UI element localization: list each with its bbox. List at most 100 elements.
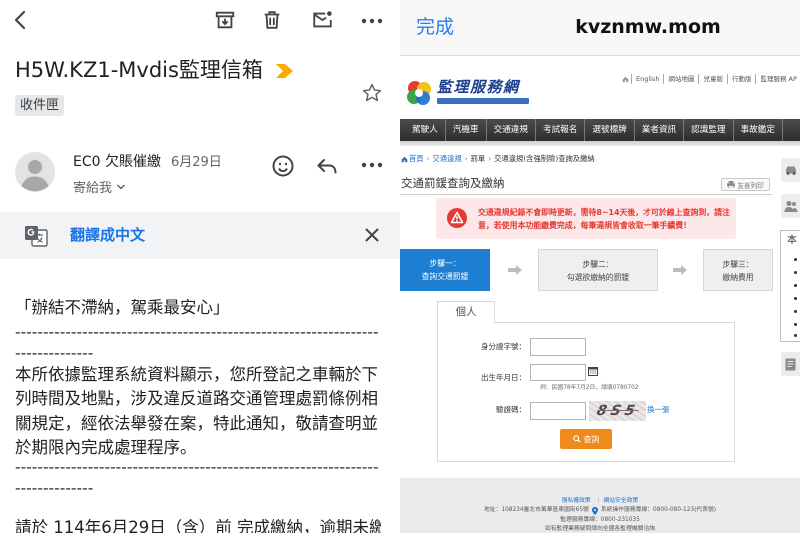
breadcrumb-current: 交通違規(含強制險)查詢及繳納 bbox=[485, 154, 595, 164]
calendar-icon[interactable] bbox=[588, 366, 598, 376]
birth-date-label: 出生年月日： bbox=[481, 373, 526, 382]
nav-item-exam[interactable]: 考試報名 bbox=[536, 119, 586, 141]
search-button-label: 查詢 bbox=[583, 434, 600, 444]
sent-date: 6月29日 bbox=[170, 155, 222, 170]
logo-tagline-strip bbox=[437, 98, 529, 104]
step-3-desc: 繳納費用 bbox=[722, 273, 754, 282]
chevron-down-icon bbox=[116, 183, 126, 191]
captcha-text: 8S5 bbox=[595, 403, 640, 419]
sidebar-bullet bbox=[794, 334, 797, 337]
footer-address-row: 地址：108234臺北市萬華區東園街65號 系統操作服務專線：0800-080-… bbox=[400, 506, 800, 515]
email-subject: H5W.KZ1-Mvdis監理信箱 bbox=[15, 58, 263, 82]
recipient-toggle[interactable]: 寄給我 bbox=[73, 177, 126, 196]
id-number-label: 身分證字號： bbox=[481, 342, 526, 351]
site-nav-bar: 駕駛人 汽機車 交通違規 考試報名 選號標牌 業者資訊 認識監理 事故鑑定 bbox=[400, 119, 800, 141]
top-link-kids[interactable]: 兒童版 bbox=[698, 74, 727, 84]
step-3: 步驟三： 繳納費用 bbox=[703, 249, 773, 291]
warning-notice: 交通違規紀錄不會即時更新，需待8~14天後，才可於線上查詢到，請注意，若使用本功… bbox=[436, 198, 736, 239]
nav-item-accident[interactable]: 事故鑑定 bbox=[734, 119, 783, 141]
car-icon[interactable] bbox=[781, 158, 800, 182]
breadcrumb-home[interactable]: 首頁 bbox=[409, 154, 424, 164]
nav-item-about[interactable]: 認識監理 bbox=[684, 119, 734, 141]
breadcrumb-tickets[interactable]: 罰單 bbox=[462, 154, 486, 164]
step-2-desc: 勾選欲繳納的罰鍰 bbox=[566, 273, 630, 282]
breadcrumb-violations[interactable]: 交通違規 bbox=[424, 154, 462, 164]
trash-icon[interactable] bbox=[261, 9, 283, 31]
document-icon[interactable] bbox=[781, 352, 800, 376]
title-divider bbox=[400, 194, 772, 195]
captcha-image: 8S5 bbox=[589, 401, 646, 421]
email-divider-top: ----------------------------------------… bbox=[15, 323, 379, 362]
nav-item-vehicle[interactable]: 汽機車 bbox=[446, 119, 487, 141]
avatar-icon[interactable] bbox=[15, 152, 55, 192]
sidebar-box-heading: 本 bbox=[787, 235, 797, 246]
search-button[interactable]: 查詢 bbox=[560, 429, 612, 449]
top-link-mobile[interactable]: 行動版 bbox=[726, 74, 756, 84]
inbox-label-chip[interactable]: 收件匣 bbox=[15, 95, 65, 116]
step-1-title: 步驟一： bbox=[429, 259, 461, 268]
mark-unread-icon[interactable] bbox=[311, 9, 334, 31]
back-arrow-icon[interactable] bbox=[9, 8, 33, 32]
birth-date-hint: 例：民國78年7月2日，請填0780702 bbox=[540, 385, 639, 391]
browser-view: 完成 kvznmw.mom 監理服務網 English 網站地圖 兒童版 行動版… bbox=[400, 0, 800, 533]
translate-button[interactable]: 翻譯成中文 bbox=[70, 225, 145, 245]
nav-item-plates[interactable]: 選號標牌 bbox=[585, 119, 635, 141]
email-paragraph: 本所依據監理系統資料顯示，您所登記之車輛於下列時間及地點，涉及違反道路交通管理處… bbox=[15, 365, 378, 457]
footer-inquiry: 如有監理業務疑問請向全國各監理機關洽詢 bbox=[544, 526, 656, 532]
email-next-line: 請於 114年6月29日（含）前 完成繳納，逾期未繳 bbox=[15, 518, 381, 533]
translate-bar bbox=[0, 212, 400, 259]
step-arrow-icon bbox=[508, 265, 522, 275]
nav-item-driver[interactable]: 駕駛人 bbox=[405, 119, 446, 141]
more-icon[interactable] bbox=[361, 18, 383, 24]
message-more-icon[interactable] bbox=[361, 162, 383, 168]
step-2: 步驟二： 勾選欲繳納的罰鍰 bbox=[538, 249, 658, 291]
sidebar-bullet bbox=[794, 310, 797, 313]
step-2-title: 步驟二： bbox=[582, 260, 614, 269]
star-icon[interactable] bbox=[361, 82, 383, 104]
site-logo-icon[interactable] bbox=[405, 79, 433, 107]
captcha-input[interactable] bbox=[530, 402, 586, 420]
warning-notice-text: 交通違規紀錄不會即時更新，需待8~14天後，才可於線上查詢到，請注意，若使用本功… bbox=[478, 208, 730, 230]
step-arrow-icon bbox=[673, 265, 687, 275]
footer-service-line: 系統操作服務專線：0800-080-123(代表號) bbox=[600, 507, 717, 513]
reply-icon[interactable] bbox=[315, 154, 339, 178]
search-icon bbox=[572, 435, 581, 443]
location-pin-icon[interactable] bbox=[591, 506, 598, 515]
footer-address: 地址：108234臺北市萬華區東園街65號 bbox=[483, 507, 589, 513]
gmail-message-view: H5W.KZ1-Mvdis監理信箱 收件匣 EC0 欠賬催繳 6月29日 寄給我… bbox=[0, 0, 400, 533]
id-number-input[interactable] bbox=[530, 338, 586, 356]
top-link-english[interactable]: English bbox=[631, 74, 663, 84]
sidebar-bullet bbox=[794, 284, 797, 287]
nav-item-violations[interactable]: 交通違規 bbox=[487, 119, 536, 141]
step-1: 步驟一： 查詢交通罰鍰 bbox=[400, 249, 490, 291]
privacy-policy-link[interactable]: 隱私權政策 bbox=[562, 497, 591, 506]
importance-marker-icon[interactable] bbox=[276, 64, 294, 78]
top-link-app[interactable]: 監理服務 AP bbox=[755, 74, 800, 84]
archive-icon[interactable] bbox=[214, 9, 236, 31]
site-top-links: English 網站地圖 兒童版 行動版 監理服務 AP bbox=[622, 74, 800, 84]
refresh-captcha-link[interactable]: 換一張 bbox=[647, 405, 670, 415]
top-link-sitemap[interactable]: 網站地圖 bbox=[663, 74, 698, 84]
captcha-label: 驗證碼： bbox=[496, 405, 526, 414]
sidebar-info-box: 本 bbox=[780, 230, 800, 342]
footer-policy-links: 隱私權政策 網站安全政策 bbox=[400, 497, 800, 506]
sidebar-bullet bbox=[794, 271, 797, 274]
footer-hotline: 監理服務專線：0800-231035 bbox=[560, 517, 640, 523]
sender-row: EC0 欠賬催繳 6月29日 bbox=[73, 151, 222, 171]
birth-date-input[interactable] bbox=[530, 364, 586, 381]
step-3-title: 步驟三： bbox=[722, 260, 754, 269]
page-domain: kvznmw.mom bbox=[575, 16, 721, 38]
email-slogan: 「辦結不滯納，駕乘最安心」 bbox=[15, 298, 230, 317]
done-button[interactable]: 完成 bbox=[416, 14, 454, 40]
people-icon[interactable] bbox=[781, 194, 800, 218]
security-policy-link[interactable]: 網站安全政策 bbox=[594, 497, 639, 506]
emoji-reaction-icon[interactable] bbox=[271, 154, 295, 178]
recipient-label: 寄給我 bbox=[73, 181, 113, 196]
print-button[interactable]: 友善列印 bbox=[721, 178, 770, 191]
tab-personal[interactable]: 個人 bbox=[437, 301, 495, 323]
sender-name[interactable]: EC0 欠賬催繳 bbox=[73, 151, 161, 171]
site-logo-text[interactable]: 監理服務網 bbox=[437, 77, 520, 97]
home-icon[interactable] bbox=[401, 156, 409, 163]
close-icon[interactable] bbox=[363, 226, 381, 244]
nav-item-business[interactable]: 業者資訊 bbox=[635, 119, 685, 141]
